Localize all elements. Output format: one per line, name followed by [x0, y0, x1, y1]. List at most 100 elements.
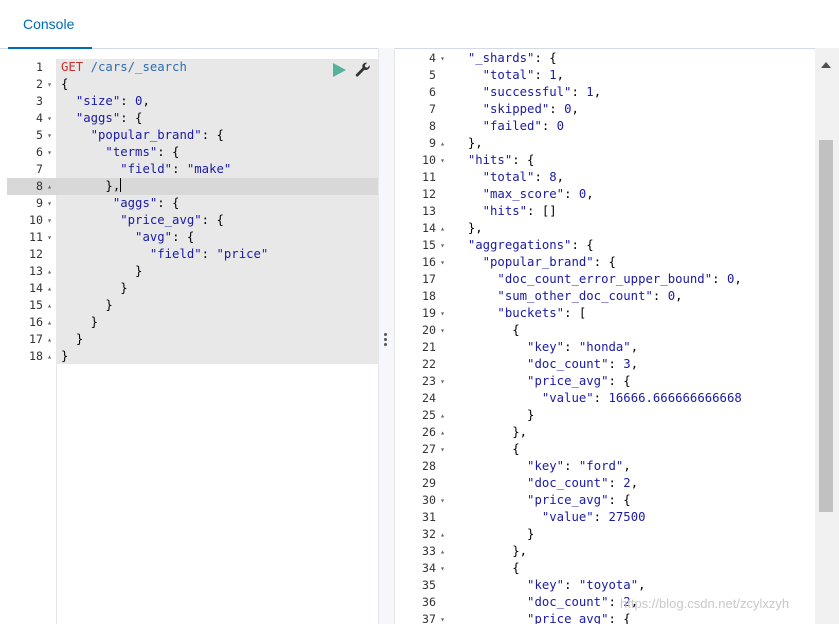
response-line: 23 ▾ "price_avg": {	[394, 373, 834, 390]
line-number: 4	[36, 111, 43, 125]
fold-toggle-icon[interactable]: ▾	[45, 212, 54, 229]
response-line: 17 "doc_count_error_upper_bound": 0,	[394, 271, 834, 288]
fold-toggle-icon[interactable]: ▴	[438, 543, 447, 560]
request-line[interactable]: 9 ▾ "aggs": {	[7, 195, 378, 212]
request-editor[interactable]: 1 GET /cars/_search 2 ▾{3 "size": 0, 4 ▾ "agg…	[7, 59, 378, 624]
request-line[interactable]: 3 "size": 0,	[7, 93, 378, 110]
fold-toggle-icon[interactable]: ▾	[438, 560, 447, 577]
fold-toggle-icon[interactable]: ▾	[438, 305, 447, 322]
request-line[interactable]: 13 ▴ }	[7, 263, 378, 280]
code-text: {	[512, 561, 520, 575]
fold-toggle-icon[interactable]: ▴	[438, 135, 447, 152]
fold-toggle-icon[interactable]: ▾	[438, 152, 447, 169]
fold-toggle-icon[interactable]: ▾	[45, 229, 54, 246]
fold-toggle-icon[interactable]: ▴	[45, 297, 54, 314]
fold-toggle-icon[interactable]: ▴	[438, 407, 447, 424]
fold-toggle-icon[interactable]: ▾	[45, 144, 54, 161]
line-number: 26	[422, 425, 436, 439]
line-number: 35	[422, 578, 436, 592]
request-line[interactable]: 16 ▴ }	[7, 314, 378, 331]
line-number: 19	[422, 306, 436, 320]
request-line[interactable]: 10 ▾ "price_avg": {	[7, 212, 378, 229]
request-line[interactable]: 2 ▾ {	[7, 76, 378, 93]
request-line[interactable]: 18 ▴}	[7, 348, 378, 365]
response-scrollbar[interactable]	[815, 48, 839, 624]
response-line: 31 "value": 27500	[394, 509, 834, 526]
fold-toggle-icon[interactable]: ▾	[438, 373, 447, 390]
request-line[interactable]: 15 ▴ }	[7, 297, 378, 314]
line-number: 13	[29, 264, 43, 278]
fold-toggle-icon[interactable]: ▴	[45, 280, 54, 297]
code-text: "price_avg": {	[527, 374, 631, 388]
line-number: 4	[429, 51, 436, 65]
request-line[interactable]: 1 GET /cars/_search	[7, 59, 378, 76]
fold-toggle-icon[interactable]: ▾	[438, 254, 447, 271]
code-text: "hits": []	[482, 204, 557, 218]
response-line: 10 ▾ "hits": {	[394, 152, 834, 169]
request-line[interactable]: 8 ▴ },	[7, 178, 378, 195]
response-line: 24 "value": 16666.666666666668	[394, 390, 834, 407]
fold-toggle-icon[interactable]: ▴	[45, 314, 54, 331]
fold-toggle-icon[interactable]: ▾	[45, 127, 54, 144]
fold-toggle-icon[interactable]: ▾	[45, 110, 54, 127]
wrench-icon[interactable]	[355, 62, 371, 78]
fold-toggle-icon[interactable]: ▴	[45, 263, 54, 280]
request-line[interactable]: 17 ▴ }	[7, 331, 378, 348]
fold-toggle-icon[interactable]: ▴	[45, 331, 54, 348]
code-text: },	[467, 136, 483, 150]
code-text: },	[512, 544, 528, 558]
line-number: 6	[36, 145, 43, 159]
fold-toggle-icon[interactable]: ▴	[438, 424, 447, 441]
fold-toggle-icon[interactable]: ▾	[45, 195, 54, 212]
line-number: 7	[429, 102, 436, 116]
response-panel: 4 ▾ "_shards": {5 "total": 1, 6 "successfu…	[394, 48, 839, 624]
splitter-grip-icon[interactable]	[384, 333, 387, 347]
play-icon[interactable]	[331, 62, 347, 78]
line-number: 17	[29, 332, 43, 346]
fold-toggle-icon[interactable]: ▾	[438, 441, 447, 458]
line-number: 8	[429, 119, 436, 133]
line-number: 3	[36, 94, 43, 108]
request-line[interactable]: 7 "field": "make"	[7, 161, 378, 178]
line-number: 10	[29, 213, 43, 227]
line-number: 16	[422, 255, 436, 269]
fold-toggle-icon[interactable]: ▾	[438, 322, 447, 339]
fold-toggle-icon[interactable]: ▾	[438, 611, 447, 624]
response-line: 8 "failed": 0	[394, 118, 834, 135]
request-line[interactable]: 11 ▾ "avg": {	[7, 229, 378, 246]
request-line[interactable]: 12 "field": "price"	[7, 246, 378, 263]
code-text: "total": 8,	[482, 170, 565, 184]
fold-toggle-icon[interactable]: ▾	[438, 237, 447, 254]
fold-toggle-icon[interactable]: ▾	[438, 492, 447, 509]
code-text: "total": 1,	[482, 68, 565, 82]
code-text: "doc_count": 2,	[527, 476, 639, 490]
request-line[interactable]: 6 ▾ "terms": {	[7, 144, 378, 161]
code-text: "field": "price"	[149, 247, 269, 261]
fold-toggle-icon[interactable]: ▾	[45, 76, 54, 93]
fold-toggle-icon[interactable]: ▴	[438, 220, 447, 237]
code-text: "_shards": {	[467, 51, 557, 65]
scrollbar-thumb[interactable]	[819, 140, 833, 512]
fold-toggle-icon[interactable]: ▴	[45, 348, 54, 365]
scroll-up-arrow-icon[interactable]	[821, 62, 831, 68]
tab-console[interactable]: Console	[8, 0, 92, 49]
code-text: }	[120, 281, 128, 295]
line-number: 11	[29, 230, 43, 244]
fold-toggle-icon[interactable]: ▴	[45, 178, 54, 195]
request-line[interactable]: 5 ▾ "popular_brand": {	[7, 127, 378, 144]
line-number: 2	[36, 77, 43, 91]
code-text: "key": "ford",	[527, 459, 631, 473]
line-number: 15	[422, 238, 436, 252]
code-text: GET /cars/_search	[61, 60, 187, 74]
fold-toggle-icon[interactable]: ▴	[438, 526, 447, 543]
request-line[interactable]: 14 ▴ }	[7, 280, 378, 297]
request-code-lines[interactable]: 1 GET /cars/_search 2 ▾{3 "size": 0, 4 ▾ "agg…	[7, 59, 378, 365]
fold-toggle-icon[interactable]: ▾	[438, 50, 447, 67]
code-text: "popular_brand": {	[482, 255, 616, 269]
code-text: "key": "honda",	[527, 340, 639, 354]
response-line: 19 ▾ "buckets": [	[394, 305, 834, 322]
code-text: "doc_count_error_upper_bound": 0,	[497, 272, 742, 286]
response-line: 16 ▾ "popular_brand": {	[394, 254, 834, 271]
request-line[interactable]: 4 ▾ "aggs": {	[7, 110, 378, 127]
code-text: "hits": {	[467, 153, 535, 167]
